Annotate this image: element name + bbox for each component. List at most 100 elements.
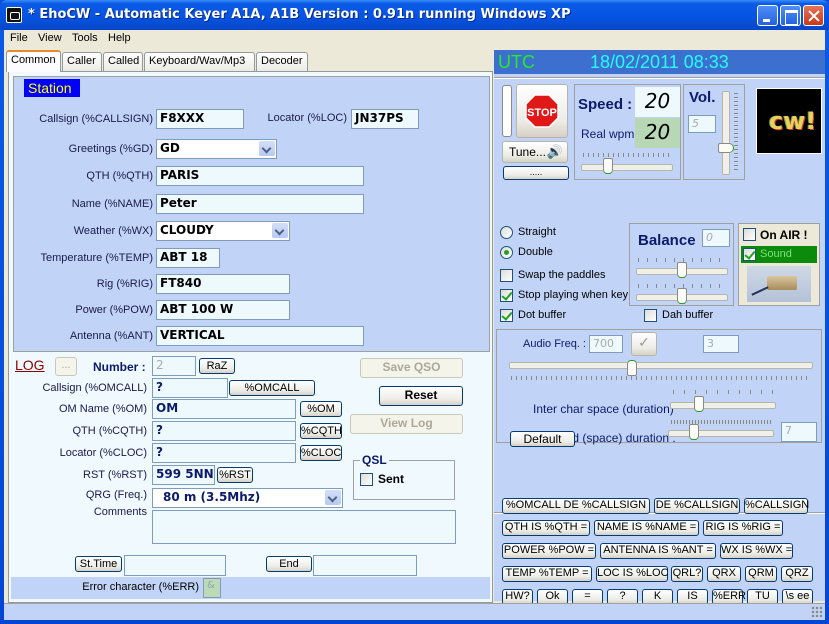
- volume-slider-track[interactable]: [722, 91, 730, 175]
- temperature-input[interactable]: ABT 18: [156, 248, 220, 268]
- om-name-input[interactable]: OM: [152, 399, 296, 419]
- chevron-down-icon[interactable]: [259, 141, 275, 156]
- macro-button[interactable]: LOC IS %LOC: [596, 566, 669, 582]
- om-callsign-input[interactable]: ?: [152, 378, 228, 398]
- log-browse-button[interactable]: ...: [55, 357, 77, 376]
- macro-button[interactable]: TEMP %TEMP =: [502, 566, 592, 582]
- rst-input[interactable]: 599 5NN: [152, 465, 215, 485]
- reset-button[interactable]: Reset: [379, 386, 463, 406]
- raz-button[interactable]: RaZ: [199, 358, 235, 374]
- sound-checkbox[interactable]: [743, 248, 756, 261]
- speed-value[interactable]: 20: [635, 87, 680, 117]
- on-air-checkbox[interactable]: [743, 228, 756, 241]
- callsign-input[interactable]: F8XXX: [156, 109, 244, 129]
- tab-keyboard-wav-mp3[interactable]: Keyboard/Wav/Mp3: [144, 52, 255, 71]
- inter-char-slider-thumb[interactable]: [694, 396, 704, 412]
- menu-tools[interactable]: Tools: [72, 32, 98, 44]
- omcall-insert-button[interactable]: %OMCALL: [229, 380, 315, 396]
- dot-buffer-checkbox[interactable]: [500, 309, 513, 322]
- macro-button[interactable]: %CALLSIGN: [744, 498, 809, 514]
- chevron-down-icon[interactable]: [325, 490, 341, 505]
- end-time-input[interactable]: [313, 555, 417, 576]
- menu-file[interactable]: File: [10, 32, 28, 44]
- macro-button[interactable]: QTH IS %QTH =: [502, 520, 590, 536]
- macro-button[interactable]: %OMCALL DE %CALLSIGN: [502, 498, 650, 514]
- tune-button[interactable]: Tune... 🔊: [502, 141, 568, 163]
- speed-slider-track[interactable]: [581, 164, 673, 171]
- macro-button[interactable]: WX IS %WX =: [720, 543, 793, 559]
- dah-buffer-checkbox[interactable]: [644, 309, 657, 322]
- close-button[interactable]: [803, 5, 824, 26]
- chevron-down-icon[interactable]: [272, 223, 288, 238]
- balance-slider-1-thumb[interactable]: [677, 262, 687, 278]
- cqth-input[interactable]: ?: [152, 421, 296, 441]
- double-radio[interactable]: [500, 246, 513, 259]
- comments-input[interactable]: [152, 510, 456, 544]
- save-qso-button[interactable]: Save QSO: [360, 358, 463, 378]
- volume-value[interactable]: 5: [688, 115, 716, 133]
- error-char-input[interactable]: &: [203, 578, 221, 598]
- macro-button[interactable]: QRZ: [781, 566, 813, 582]
- antenna-input[interactable]: VERTICAL: [156, 326, 364, 346]
- balance-value[interactable]: 0: [702, 229, 730, 247]
- number-input[interactable]: 2: [152, 356, 196, 376]
- power-input[interactable]: ABT 100 W: [156, 300, 290, 320]
- resize-gripper-icon[interactable]: [811, 606, 823, 618]
- tab-caller[interactable]: Caller: [62, 52, 102, 71]
- weather-combo[interactable]: CLOUDY: [156, 221, 290, 241]
- straight-radio[interactable]: [500, 226, 513, 239]
- macro-button[interactable]: DE %CALLSIGN: [654, 498, 740, 514]
- audio-extra-value[interactable]: 3: [703, 335, 739, 353]
- macro-button[interactable]: NAME IS %NAME =: [594, 520, 699, 536]
- macro-button[interactable]: POWER %POW =: [502, 543, 596, 559]
- start-time-input[interactable]: [124, 555, 226, 576]
- inter-word-slider-track[interactable]: [668, 430, 774, 437]
- audio-freq-slider-track[interactable]: [509, 362, 813, 369]
- cloc-input[interactable]: ?: [152, 443, 296, 463]
- log-title[interactable]: LOG: [15, 357, 45, 373]
- maximize-button[interactable]: [780, 5, 801, 26]
- macro-button[interactable]: QRX: [707, 566, 741, 582]
- start-time-button[interactable]: St.Time: [75, 556, 122, 572]
- audio-freq-slider-thumb[interactable]: [626, 360, 637, 376]
- cqth-insert-button[interactable]: %CQTH: [300, 423, 342, 439]
- locator-input[interactable]: JN37PS: [351, 109, 419, 129]
- tab-decoder[interactable]: Decoder: [256, 52, 308, 71]
- qrg-combo[interactable]: 80 m (3.5Mhz): [152, 488, 343, 508]
- tab-called[interactable]: Called: [103, 52, 143, 71]
- macro-button[interactable]: QRL?: [671, 566, 703, 582]
- qth-input[interactable]: PARIS: [156, 166, 364, 186]
- inter-word-slider-thumb[interactable]: [689, 424, 700, 440]
- macro-button[interactable]: ANTENNA IS %ANT =: [600, 543, 716, 559]
- app-icon[interactable]: [6, 7, 22, 23]
- inter-char-slider-track[interactable]: [670, 402, 776, 409]
- rst-insert-button[interactable]: %RST: [217, 467, 253, 483]
- balance-slider-2-thumb[interactable]: [677, 288, 687, 304]
- macro-button[interactable]: QRM: [745, 566, 777, 582]
- om-insert-button[interactable]: %OM: [300, 401, 342, 417]
- name-input[interactable]: Peter: [156, 194, 364, 214]
- stop-playing-checkbox[interactable]: [500, 289, 513, 302]
- tab-common[interactable]: Common: [6, 50, 61, 72]
- apply-freq-button[interactable]: ✓: [631, 332, 657, 356]
- greetings-combo[interactable]: GD: [156, 139, 277, 159]
- inter-word-value[interactable]: 7: [781, 422, 817, 442]
- inter-char-label: Inter char space (duration): [533, 402, 674, 416]
- macro-button[interactable]: RIG IS %RIG =: [703, 520, 783, 536]
- cloc-insert-button[interactable]: %CLOC: [300, 445, 342, 461]
- volume-slider-thumb[interactable]: [718, 142, 734, 153]
- view-log-button[interactable]: View Log: [350, 414, 463, 434]
- default-button[interactable]: Default: [510, 431, 575, 447]
- menu-help[interactable]: Help: [108, 32, 131, 44]
- speed-slider-thumb[interactable]: [603, 158, 614, 174]
- dots-button[interactable]: .....: [503, 166, 569, 180]
- menu-view[interactable]: View: [38, 32, 62, 44]
- minimize-button[interactable]: [757, 5, 778, 26]
- end-button[interactable]: End: [266, 556, 312, 572]
- rig-input[interactable]: FT840: [156, 274, 290, 294]
- cw-logo-text: cw!: [769, 107, 817, 135]
- stop-button[interactable]: STOP: [516, 84, 568, 138]
- audio-freq-input[interactable]: 700: [589, 335, 623, 353]
- swap-paddles-checkbox[interactable]: [500, 269, 513, 282]
- qsl-sent-checkbox[interactable]: [360, 473, 373, 486]
